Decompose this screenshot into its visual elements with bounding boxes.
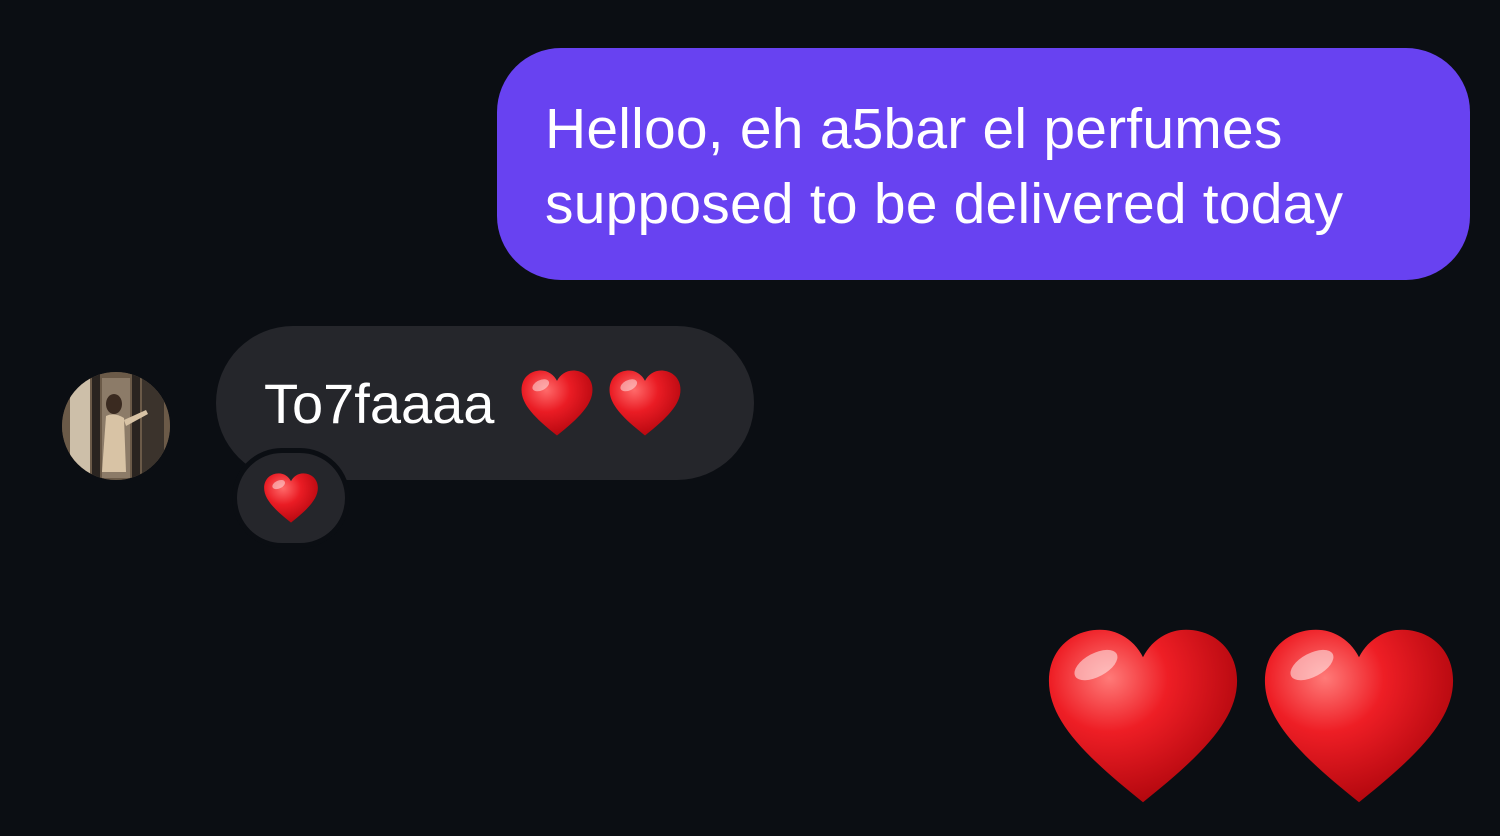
red-heart-emoji xyxy=(520,369,594,437)
chat-thread: Helloo, eh a5bar el perfumes supposed to… xyxy=(0,0,1500,836)
incoming-message-text: To7faaaa xyxy=(264,371,495,435)
outgoing-emoji-message[interactable] xyxy=(1045,620,1457,812)
contact-avatar[interactable] xyxy=(62,372,170,480)
avatar-photo xyxy=(62,372,170,480)
message-reaction-badge[interactable] xyxy=(232,448,350,548)
red-heart-emoji xyxy=(608,369,682,437)
large-red-heart-emoji xyxy=(1045,620,1241,812)
red-heart-icon xyxy=(263,472,319,524)
large-red-heart-emoji xyxy=(1261,620,1457,812)
outgoing-message-line-2: supposed to be delivered today xyxy=(545,172,1344,236)
outgoing-message-line-1: Helloo, eh a5bar el perfumes xyxy=(545,97,1283,161)
outgoing-message-bubble[interactable]: Helloo, eh a5bar el perfumes supposed to… xyxy=(497,48,1470,280)
